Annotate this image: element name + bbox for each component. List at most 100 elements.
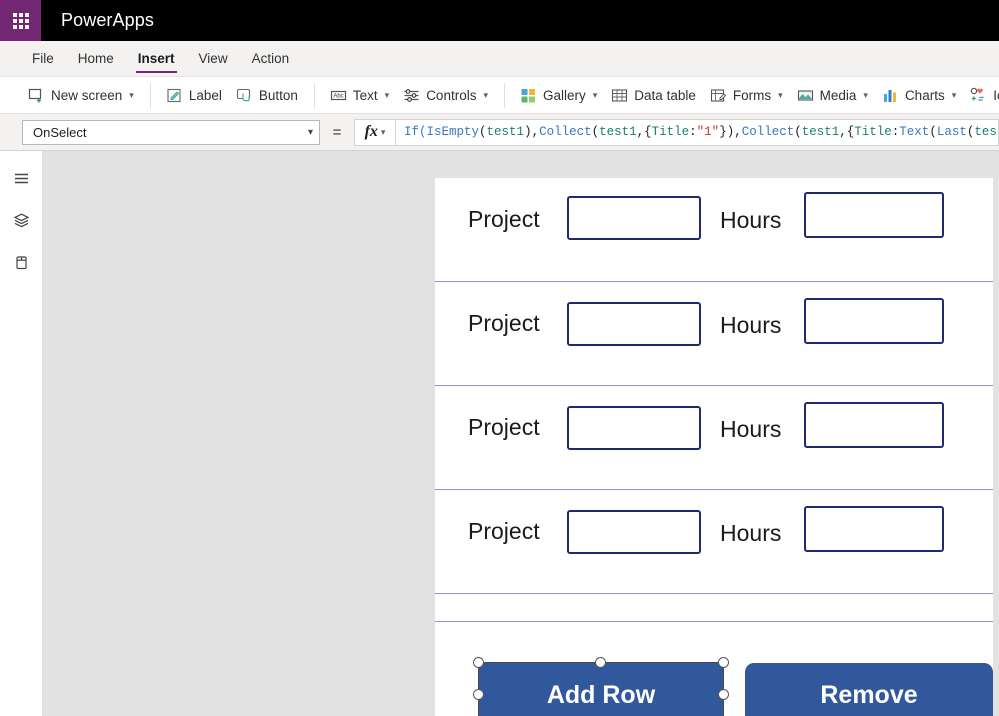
formula-input[interactable]: If(IsEmpty(test1),Collect(test1,{Title:"… xyxy=(396,118,999,146)
ribbon-label: Forms xyxy=(732,87,772,103)
ribbon-label: Gallery xyxy=(543,87,586,103)
equals-sign: = xyxy=(332,123,342,141)
project-label: Project xyxy=(468,310,540,336)
gallery-row[interactable]: Project Hours xyxy=(435,490,993,594)
hours-input[interactable] xyxy=(804,192,944,238)
project-input[interactable] xyxy=(567,302,701,346)
database-icon[interactable] xyxy=(0,241,43,283)
chevron-down-icon: ▾ xyxy=(307,126,313,138)
hours-input[interactable] xyxy=(804,506,944,552)
chevron-down-icon: ▾ xyxy=(380,126,386,137)
button-icon xyxy=(236,87,253,104)
ribbon-label: Controls xyxy=(426,87,477,103)
project-label: Project xyxy=(468,414,540,440)
hours-label: Hours xyxy=(720,520,782,546)
chevron-down-icon: ▾ xyxy=(384,89,390,100)
ribbon-label: Button xyxy=(258,87,298,103)
forms-icon xyxy=(710,87,727,104)
ribbon-group-data: Gallery ▾ Data table Forms ▾ Media ▾ Cha… xyxy=(504,77,999,114)
label-icon xyxy=(166,87,183,104)
resize-handle-nw[interactable] xyxy=(473,657,484,668)
fx-button[interactable]: fx ▾ xyxy=(354,118,396,146)
remove-button[interactable]: Remove xyxy=(745,663,993,716)
ribbon-button-media[interactable]: Media ▾ xyxy=(790,81,875,110)
ribbon-label: Icons xyxy=(993,87,999,103)
add-row-button[interactable]: Add Row xyxy=(479,663,723,716)
icons-icon xyxy=(970,87,987,104)
app-title: PowerApps xyxy=(61,10,154,30)
gallery-row[interactable]: Project Hours xyxy=(435,282,993,386)
ribbon-button-text[interactable]: Abc Text ▾ xyxy=(323,81,396,110)
chevron-down-icon: ▾ xyxy=(863,89,868,100)
hours-label: Hours xyxy=(720,312,782,338)
app-launcher-icon[interactable] xyxy=(0,0,41,41)
menu-item-home[interactable]: Home xyxy=(68,41,124,77)
formula-text: If(IsEmpty(test1),Collect(test1,{Title:"… xyxy=(404,125,998,139)
ribbon-group-controls: Label Button xyxy=(149,77,314,114)
ribbon-button-new-screen[interactable]: New screen ▾ xyxy=(21,81,141,110)
ribbon-button-controls[interactable]: Controls ▾ xyxy=(396,81,495,110)
formula-bar: OnSelect ▾ = fx ▾ If(IsEmpty(test1),Coll… xyxy=(0,114,999,151)
powerapps-studio: PowerApps File Home Insert View Action N… xyxy=(0,0,999,716)
layers-tree-icon[interactable] xyxy=(0,199,43,241)
ribbon-button-button[interactable]: Button xyxy=(229,81,305,110)
svg-text:Abc: Abc xyxy=(333,93,343,99)
text-icon: Abc xyxy=(330,87,347,104)
ribbon-label: Data table xyxy=(634,87,696,103)
menu-item-insert[interactable]: Insert xyxy=(128,41,185,77)
resize-handle-ne[interactable] xyxy=(718,657,729,668)
ribbon-button-gallery[interactable]: Gallery ▾ xyxy=(513,81,604,110)
resize-handle-n[interactable] xyxy=(595,657,606,668)
waffle-grid xyxy=(12,12,29,29)
menu-item-file[interactable]: File xyxy=(22,41,64,77)
design-canvas[interactable]: Project Hours Project Hours Project Hour… xyxy=(43,151,999,716)
app-screen[interactable]: Project Hours Project Hours Project Hour… xyxy=(435,178,993,716)
menu-bar: File Home Insert View Action xyxy=(0,41,999,77)
ribbon-button-data-table[interactable]: Data table xyxy=(604,81,703,110)
hours-input[interactable] xyxy=(804,298,944,344)
project-label: Project xyxy=(468,206,540,232)
controls-icon xyxy=(403,87,420,104)
chevron-down-icon: ▾ xyxy=(129,89,134,100)
charts-icon xyxy=(882,87,899,104)
hours-label: Hours xyxy=(720,416,782,442)
resize-handle-e[interactable] xyxy=(718,689,729,700)
hours-input[interactable] xyxy=(804,402,944,448)
ribbon-button-charts[interactable]: Charts ▾ xyxy=(875,81,963,110)
property-selector[interactable]: OnSelect ▾ xyxy=(22,119,320,145)
ribbon-label: Text xyxy=(352,87,378,103)
project-input[interactable] xyxy=(567,196,701,240)
project-input[interactable] xyxy=(567,510,701,554)
left-rail xyxy=(0,151,43,716)
menu-item-view[interactable]: View xyxy=(189,41,238,77)
hours-label: Hours xyxy=(720,207,782,233)
media-icon xyxy=(797,87,814,104)
gallery-icon xyxy=(520,87,537,104)
gallery-row[interactable]: Project Hours xyxy=(435,386,993,490)
ribbon-label: Label xyxy=(188,87,222,103)
gallery-row-partial[interactable] xyxy=(435,594,993,622)
property-selector-value: OnSelect xyxy=(33,124,87,140)
new-screen-icon xyxy=(28,87,45,104)
ribbon-toolbar: New screen ▾ Label Button Abc Text ▾ Con… xyxy=(0,77,999,114)
resize-handle-w[interactable] xyxy=(473,689,484,700)
project-input[interactable] xyxy=(567,406,701,450)
fx-label: fx xyxy=(364,123,378,140)
ribbon-button-label[interactable]: Label xyxy=(159,81,229,110)
ribbon-button-icons[interactable]: Icons xyxy=(963,81,999,110)
data-table-icon xyxy=(611,87,628,104)
ribbon-label: Media xyxy=(819,87,857,103)
title-bar: PowerApps xyxy=(0,0,999,41)
chevron-down-icon: ▾ xyxy=(592,89,598,100)
ribbon-label: Charts xyxy=(904,87,945,103)
chevron-down-icon: ▾ xyxy=(951,89,957,100)
ribbon-label: New screen xyxy=(51,87,123,103)
menu-item-action[interactable]: Action xyxy=(242,41,300,77)
hamburger-menu-icon[interactable] xyxy=(0,157,43,199)
ribbon-button-forms[interactable]: Forms ▾ xyxy=(703,81,790,110)
chevron-down-icon: ▾ xyxy=(778,89,783,100)
ribbon-group-screen: New screen ▾ xyxy=(0,77,150,114)
project-label: Project xyxy=(468,518,540,544)
gallery-row[interactable]: Project Hours xyxy=(435,178,993,282)
chevron-down-icon: ▾ xyxy=(483,89,488,100)
